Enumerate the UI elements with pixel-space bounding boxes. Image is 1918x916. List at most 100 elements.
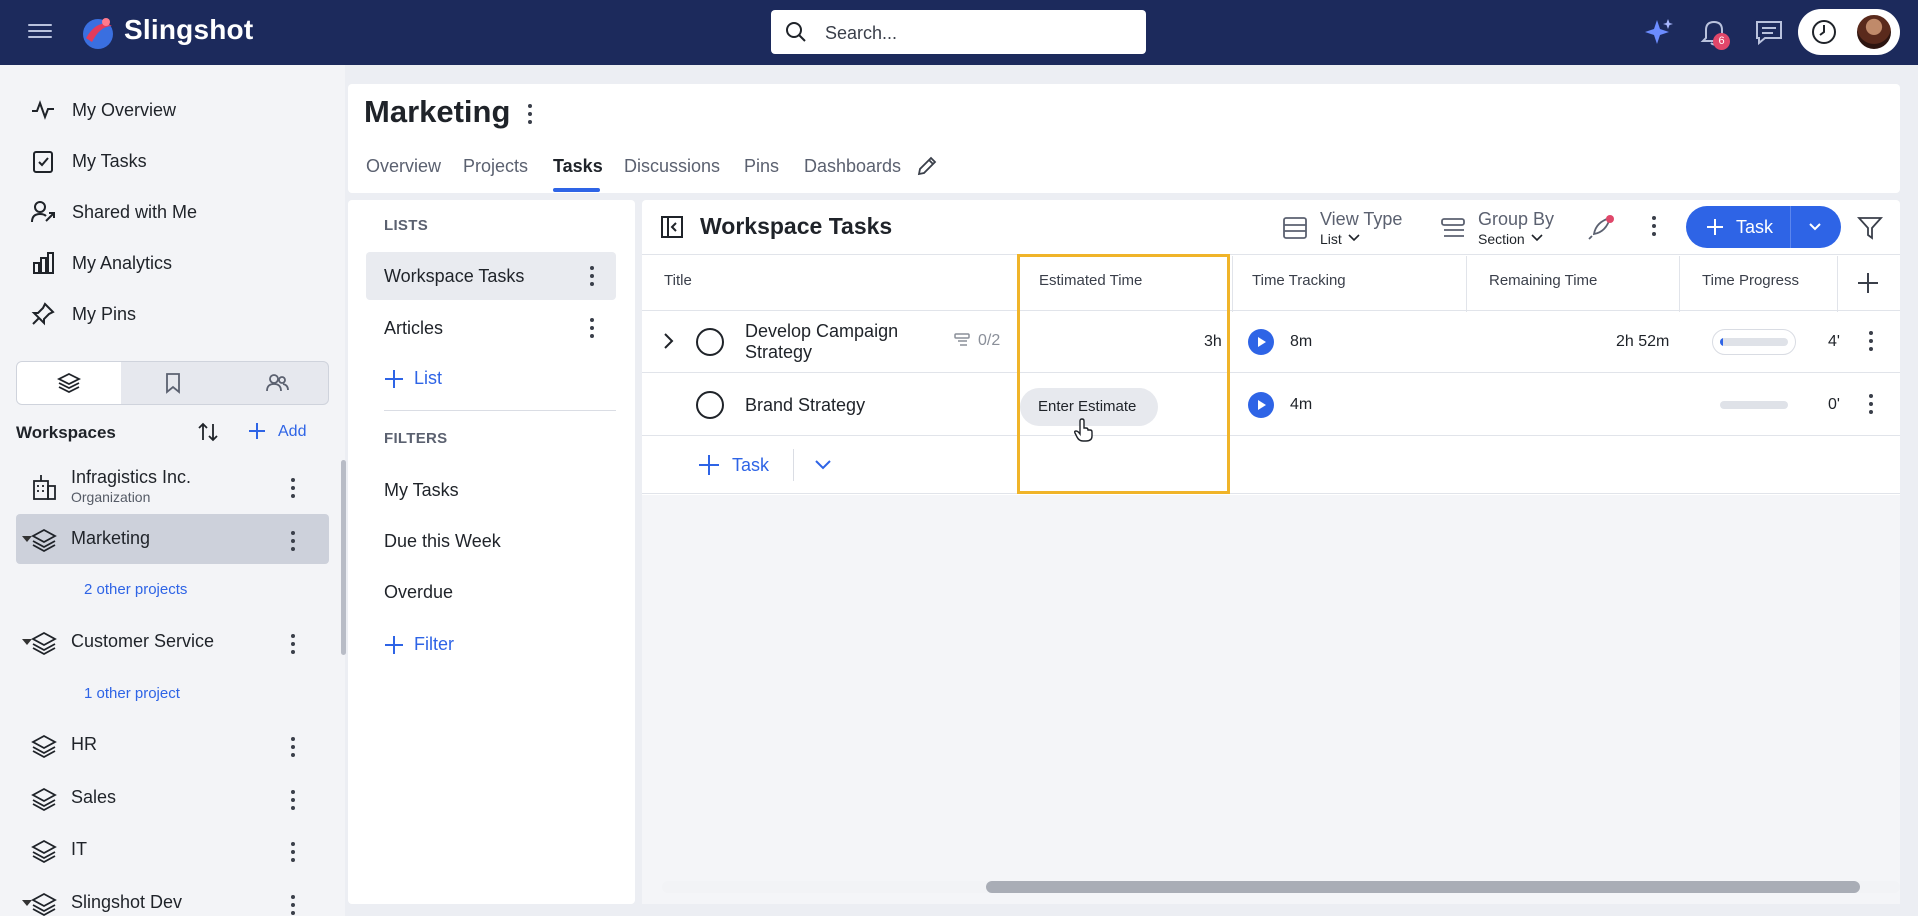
more-options-icon[interactable] bbox=[291, 842, 295, 866]
task-title[interactable]: Develop Campaign bbox=[745, 321, 898, 342]
add-workspace-button[interactable]: Add bbox=[278, 423, 306, 441]
rocket-icon[interactable] bbox=[1586, 212, 1616, 242]
workspace-name: Marketing bbox=[71, 528, 151, 548]
more-options-icon[interactable] bbox=[291, 790, 295, 814]
complete-task-checkbox[interactable] bbox=[696, 328, 724, 356]
group-by-icon[interactable] bbox=[1440, 215, 1466, 241]
play-timer-icon[interactable] bbox=[1248, 392, 1274, 418]
column-title[interactable]: Title bbox=[664, 272, 692, 289]
filter-overdue[interactable]: Overdue bbox=[366, 568, 616, 616]
workspace-name: IT bbox=[71, 839, 87, 859]
more-options-icon[interactable] bbox=[590, 318, 594, 342]
row-more-options-icon[interactable] bbox=[1869, 394, 1873, 418]
workspace-infragistics[interactable]: Infragistics Inc. Organization bbox=[16, 461, 329, 511]
horizontal-scrollbar[interactable] bbox=[662, 881, 1900, 893]
tab-overview[interactable]: Overview bbox=[366, 156, 441, 177]
add-list-button[interactable]: List bbox=[384, 368, 442, 389]
clock-icon[interactable] bbox=[1808, 16, 1840, 48]
nav-shared-with-me[interactable]: Shared with Me bbox=[30, 192, 197, 232]
tab-tasks[interactable]: Tasks bbox=[553, 156, 603, 177]
search-input[interactable]: Search... bbox=[825, 23, 897, 44]
search-box[interactable]: Search... bbox=[771, 10, 1146, 54]
pencil-icon[interactable] bbox=[915, 154, 939, 178]
list-articles[interactable]: Articles bbox=[366, 304, 616, 352]
view-type-label[interactable]: View Type bbox=[1320, 209, 1402, 230]
view-type-value[interactable]: List bbox=[1320, 231, 1342, 247]
workspace-sales[interactable]: Sales bbox=[16, 773, 329, 823]
filter-due-this-week[interactable]: Due this Week bbox=[366, 517, 616, 565]
more-options-icon[interactable] bbox=[291, 895, 295, 916]
column-time-progress[interactable]: Time Progress bbox=[1702, 272, 1799, 289]
scrollbar-thumb[interactable] bbox=[986, 881, 1860, 893]
chevron-right-icon[interactable] bbox=[662, 332, 676, 350]
add-task-button[interactable]: Task bbox=[1686, 206, 1841, 248]
add-list-label: List bbox=[414, 368, 443, 388]
chevron-down-icon[interactable] bbox=[1808, 221, 1822, 233]
workspace-customer-service[interactable]: Customer Service bbox=[16, 617, 329, 667]
chevron-down-icon[interactable] bbox=[814, 458, 832, 472]
nav-my-overview[interactable]: My Overview bbox=[30, 90, 176, 130]
sort-icon[interactable] bbox=[196, 420, 220, 444]
tab-bookmarks[interactable] bbox=[121, 362, 225, 404]
menu-icon[interactable] bbox=[28, 20, 52, 44]
more-options-icon[interactable] bbox=[291, 478, 295, 502]
table-row[interactable]: Brand Strategy 4m 0' bbox=[642, 374, 1900, 436]
collapse-panel-icon[interactable] bbox=[660, 215, 684, 239]
add-filter-button[interactable]: Filter bbox=[384, 634, 454, 655]
list-view-icon[interactable] bbox=[1282, 215, 1308, 241]
group-by-value[interactable]: Section bbox=[1478, 231, 1525, 247]
workspace-name: Sales bbox=[71, 787, 117, 807]
filter-icon[interactable] bbox=[1857, 215, 1883, 241]
other-projects-link[interactable]: 2 other projects bbox=[84, 581, 187, 598]
column-remaining-time[interactable]: Remaining Time bbox=[1489, 272, 1597, 289]
grid-more-options-icon[interactable] bbox=[1652, 216, 1656, 240]
play-timer-icon[interactable] bbox=[1248, 329, 1274, 355]
group-by-label[interactable]: Group By bbox=[1478, 209, 1554, 230]
complete-task-checkbox[interactable] bbox=[696, 391, 724, 419]
nav-my-pins[interactable]: My Pins bbox=[30, 294, 136, 334]
task-title-line2[interactable]: Strategy bbox=[745, 342, 812, 363]
workspace-hr[interactable]: HR bbox=[16, 720, 329, 770]
workspaces-title: Workspaces bbox=[16, 423, 116, 442]
sidebar-scrollbar[interactable] bbox=[341, 460, 346, 655]
plus-icon[interactable] bbox=[248, 422, 266, 440]
chevron-down-icon[interactable] bbox=[1348, 233, 1360, 243]
tab-dashboards[interactable]: Dashboards bbox=[804, 156, 901, 177]
slingshot-logo[interactable] bbox=[78, 12, 118, 52]
workspace-it[interactable]: IT bbox=[16, 825, 329, 875]
list-workspace-tasks[interactable]: Workspace Tasks bbox=[366, 252, 616, 300]
add-task-link[interactable]: Task bbox=[732, 455, 769, 476]
workspace-marketing[interactable]: Marketing bbox=[16, 514, 329, 564]
tab-people[interactable] bbox=[225, 362, 328, 404]
plus-icon bbox=[385, 369, 403, 388]
workspace-name: Slingshot Dev bbox=[71, 892, 183, 912]
tab-workspaces[interactable] bbox=[17, 362, 121, 404]
filter-my-tasks[interactable]: My Tasks bbox=[366, 466, 616, 514]
chevron-down-icon[interactable] bbox=[1531, 233, 1543, 243]
table-row[interactable]: Develop Campaign Strategy 0/2 3h 8m 2h 5… bbox=[642, 311, 1900, 373]
plus-icon[interactable] bbox=[698, 454, 720, 476]
progress-percent: 0' bbox=[1828, 396, 1840, 413]
avatar[interactable] bbox=[1855, 13, 1893, 51]
tab-discussions[interactable]: Discussions bbox=[624, 156, 720, 177]
more-options-icon[interactable] bbox=[291, 531, 295, 555]
page-more-options-icon[interactable] bbox=[528, 104, 532, 128]
add-column-icon[interactable] bbox=[1857, 272, 1879, 294]
more-options-icon[interactable] bbox=[291, 634, 295, 658]
brand-name[interactable]: Slingshot bbox=[124, 14, 253, 46]
nav-my-tasks[interactable]: My Tasks bbox=[30, 141, 147, 181]
tab-projects[interactable]: Projects bbox=[463, 156, 528, 177]
ai-sparkle-icon[interactable] bbox=[1643, 16, 1675, 48]
other-projects-link[interactable]: 1 other project bbox=[84, 685, 180, 702]
task-title[interactable]: Brand Strategy bbox=[745, 395, 865, 416]
nav-my-analytics[interactable]: My Analytics bbox=[30, 243, 172, 283]
time-progress-bar bbox=[1712, 329, 1796, 355]
chat-icon[interactable] bbox=[1753, 16, 1785, 48]
tab-pins[interactable]: Pins bbox=[744, 156, 779, 177]
row-more-options-icon[interactable] bbox=[1869, 331, 1873, 355]
workspace-slingshot-dev[interactable]: Slingshot Dev bbox=[16, 878, 329, 916]
more-options-icon[interactable] bbox=[291, 737, 295, 761]
column-time-tracking[interactable]: Time Tracking bbox=[1252, 272, 1346, 289]
bookmark-icon bbox=[166, 373, 180, 394]
more-options-icon[interactable] bbox=[590, 266, 594, 290]
